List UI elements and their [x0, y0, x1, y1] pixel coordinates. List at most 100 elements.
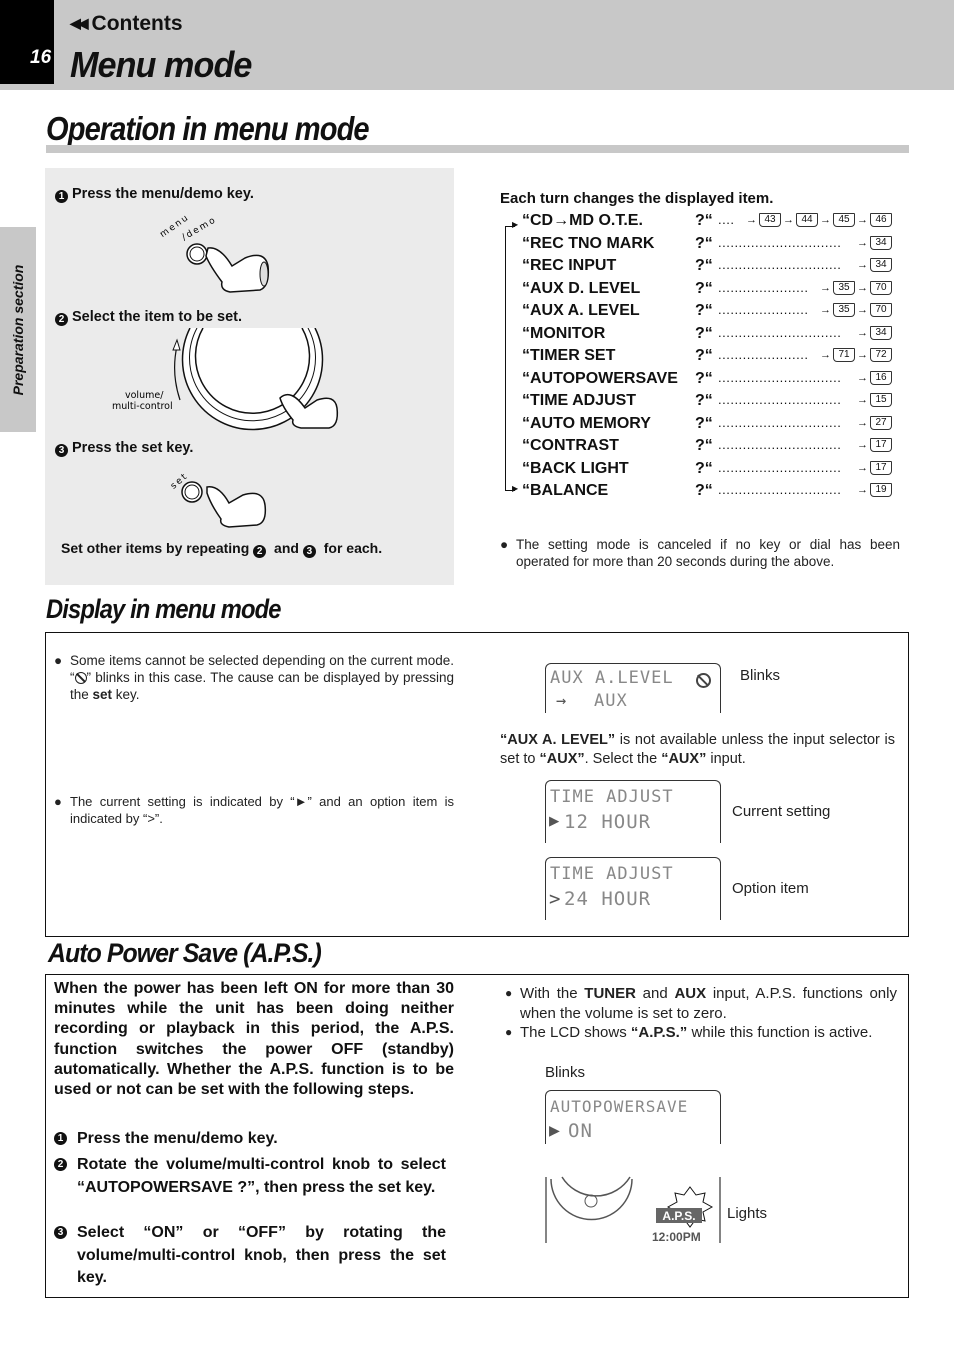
step-number-badge: 2 [253, 545, 267, 558]
page-reference-book-icon[interactable]: 70 [870, 303, 892, 317]
leader-dots: .............................. [718, 324, 842, 340]
leader-dots: .............................. [718, 437, 842, 452]
step-1: 1 Press the menu/demo key. [55, 186, 254, 203]
menu-item-name: “AUX A. LEVEL [522, 302, 640, 319]
page-reference-book-icon[interactable]: 35 [833, 280, 855, 295]
menu-item-row: “AUX D. LEVEL ?“...................... → 35… [500, 279, 900, 302]
page-number-tab: 16 [0, 0, 54, 84]
set-key-press-illustration: set [169, 471, 267, 528]
aps-indicator-illustration: A.P.S. 12:00PM [545, 1176, 721, 1244]
page-reference-book-icon[interactable]: 34 [870, 235, 892, 250]
page-reference-book-icon[interactable]: 70 [870, 280, 892, 295]
step-label: Press the menu/demo key. [72, 186, 254, 202]
step-number-badge: 3 [55, 444, 68, 457]
page-references: → 19 [857, 483, 892, 497]
menu-item-question: ?“ [695, 437, 713, 454]
menu-item-name: “BACK LIGHT [522, 459, 629, 477]
volume-knob-label: volume/ [125, 390, 164, 401]
lcd-option-item-display: TIME ADJUST > 24 HOUR [545, 857, 721, 920]
chapter-title: Menu mode [70, 44, 252, 85]
arrow-right-icon: → [857, 394, 868, 406]
page-reference-book-icon[interactable]: 35 [833, 303, 855, 317]
aps-notes: ● With the TUNER and AUX input, A.P.S. fu… [505, 984, 897, 1043]
clock-readout: 12:00PM [652, 1230, 701, 1244]
arrow-right-icon: → [820, 304, 831, 316]
page-reference-book-icon[interactable]: 71 [833, 348, 855, 362]
leader-dots: .... [718, 212, 735, 227]
aps-step-3: 3 Select “ON” or “OFF” by rotating the vo… [54, 1222, 446, 1290]
arrow-right-icon: → [820, 281, 831, 294]
step-number-badge: 2 [54, 1158, 67, 1171]
page-reference-book-icon[interactable]: 27 [870, 415, 892, 430]
menu-item-question: ?“ [695, 369, 713, 387]
step-number-badge: 3 [302, 545, 316, 558]
menu-item-row: “AUX A. LEVEL ?“...................... → 35… [500, 301, 900, 324]
leader-dots: ...................... [718, 279, 809, 295]
menu-item-question: ?“ [695, 234, 713, 252]
page-reference-book-icon[interactable]: 72 [870, 348, 892, 362]
aps-note-lcd: ● The LCD shows “A.P.S.” while this funct… [505, 1024, 873, 1041]
bullet-icon: ● [505, 986, 513, 1000]
current-setting-note: ● The current setting is indicated by “►”… [54, 794, 454, 826]
arrow-right-icon: → [820, 349, 831, 361]
page-reference-book-icon[interactable]: 45 [833, 213, 855, 227]
page-reference-book-icon[interactable]: 44 [796, 213, 818, 227]
menu-item-name: “AUX D. LEVEL [522, 279, 641, 297]
arrow-right-icon: → [857, 326, 868, 339]
menu-item-question: ?“ [695, 347, 713, 364]
arrow-right-icon: → [857, 461, 868, 474]
menu-item-name: “BALANCE [522, 482, 609, 499]
arrow-right-icon: → [820, 214, 831, 226]
arrow-right-icon: → [857, 236, 868, 249]
contents-link[interactable]: ◀◀ Contents [70, 12, 183, 36]
leader-dots: ...................... [718, 347, 809, 362]
page-references: → 34 [857, 258, 892, 272]
page-reference-book-icon[interactable]: 17 [870, 438, 892, 452]
bullet-icon: ● [54, 794, 62, 809]
bullet-icon: ● [500, 537, 509, 552]
step-label: Select the item to be set. [72, 309, 243, 325]
aps-heading: Auto Power Save (A.P.S.) [48, 938, 322, 968]
menu-item-name: “CONTRAST [522, 437, 619, 454]
arrow-right-icon: → [857, 259, 868, 271]
aps-step-2: 2 Rotate the volume/multi-control knob to… [54, 1154, 446, 1199]
current-setting-caption: Current setting [732, 803, 831, 820]
leader-dots: .............................. [718, 459, 842, 475]
arrow-right-icon: → [857, 349, 868, 361]
page-references: → 17 [857, 438, 892, 452]
pointing-hand-icon [206, 486, 267, 528]
menu-item-name: “REC TNO MARK [522, 234, 655, 252]
prohibited-icon [74, 672, 87, 684]
aps-note-tuner-aux: ● With the TUNER and AUX input, A.P.S. fu… [505, 985, 897, 1022]
page-reference-book-icon[interactable]: 16 [870, 370, 892, 385]
page-reference-book-icon[interactable]: 34 [870, 325, 892, 340]
page-reference-book-icon[interactable]: 17 [870, 460, 892, 475]
pointing-hand-icon [205, 247, 270, 293]
option-item-caption: Option item [732, 880, 809, 897]
page-reference-book-icon[interactable]: 19 [870, 483, 892, 497]
page-references: → 34 [857, 235, 892, 250]
lcd-line-2: AUX [594, 691, 628, 711]
lcd-line-2: ON [568, 1120, 593, 1142]
arrow-right-icon: → [783, 214, 794, 226]
page-references: → 16 [857, 370, 892, 385]
aux-level-note: “AUX A. LEVEL” is not available unless t… [500, 732, 895, 767]
disc-icon [561, 1176, 631, 1197]
lcd-line-2: 12 HOUR [564, 811, 652, 833]
lcd-autopowersave-display: AUTOPOWERSAVE ▶ ON [545, 1090, 721, 1144]
aps-badge: A.P.S. [662, 1209, 695, 1223]
heading-rule [46, 145, 909, 153]
arrow-right-icon: → [857, 214, 868, 226]
arrow-right-icon: → [857, 304, 868, 316]
menu-item-row: “CONTRAST ?“.............................… [500, 436, 900, 459]
menu-item-row: “REC INPUT ?“............................… [500, 256, 900, 279]
arrow-right-icon: → [857, 484, 868, 496]
repeat-steps-note: Set other items by repeating 2 and 3 for… [61, 540, 383, 558]
page-reference-book-icon[interactable]: 46 [870, 213, 892, 227]
arrow-right-icon: → [746, 214, 757, 226]
page-reference-book-icon[interactable]: 34 [870, 258, 892, 272]
page-reference-book-icon[interactable]: 43 [759, 213, 781, 227]
menu-item-question: ?“ [695, 324, 713, 342]
page-reference-book-icon[interactable]: 15 [870, 393, 892, 407]
lights-caption: Lights [727, 1205, 768, 1222]
